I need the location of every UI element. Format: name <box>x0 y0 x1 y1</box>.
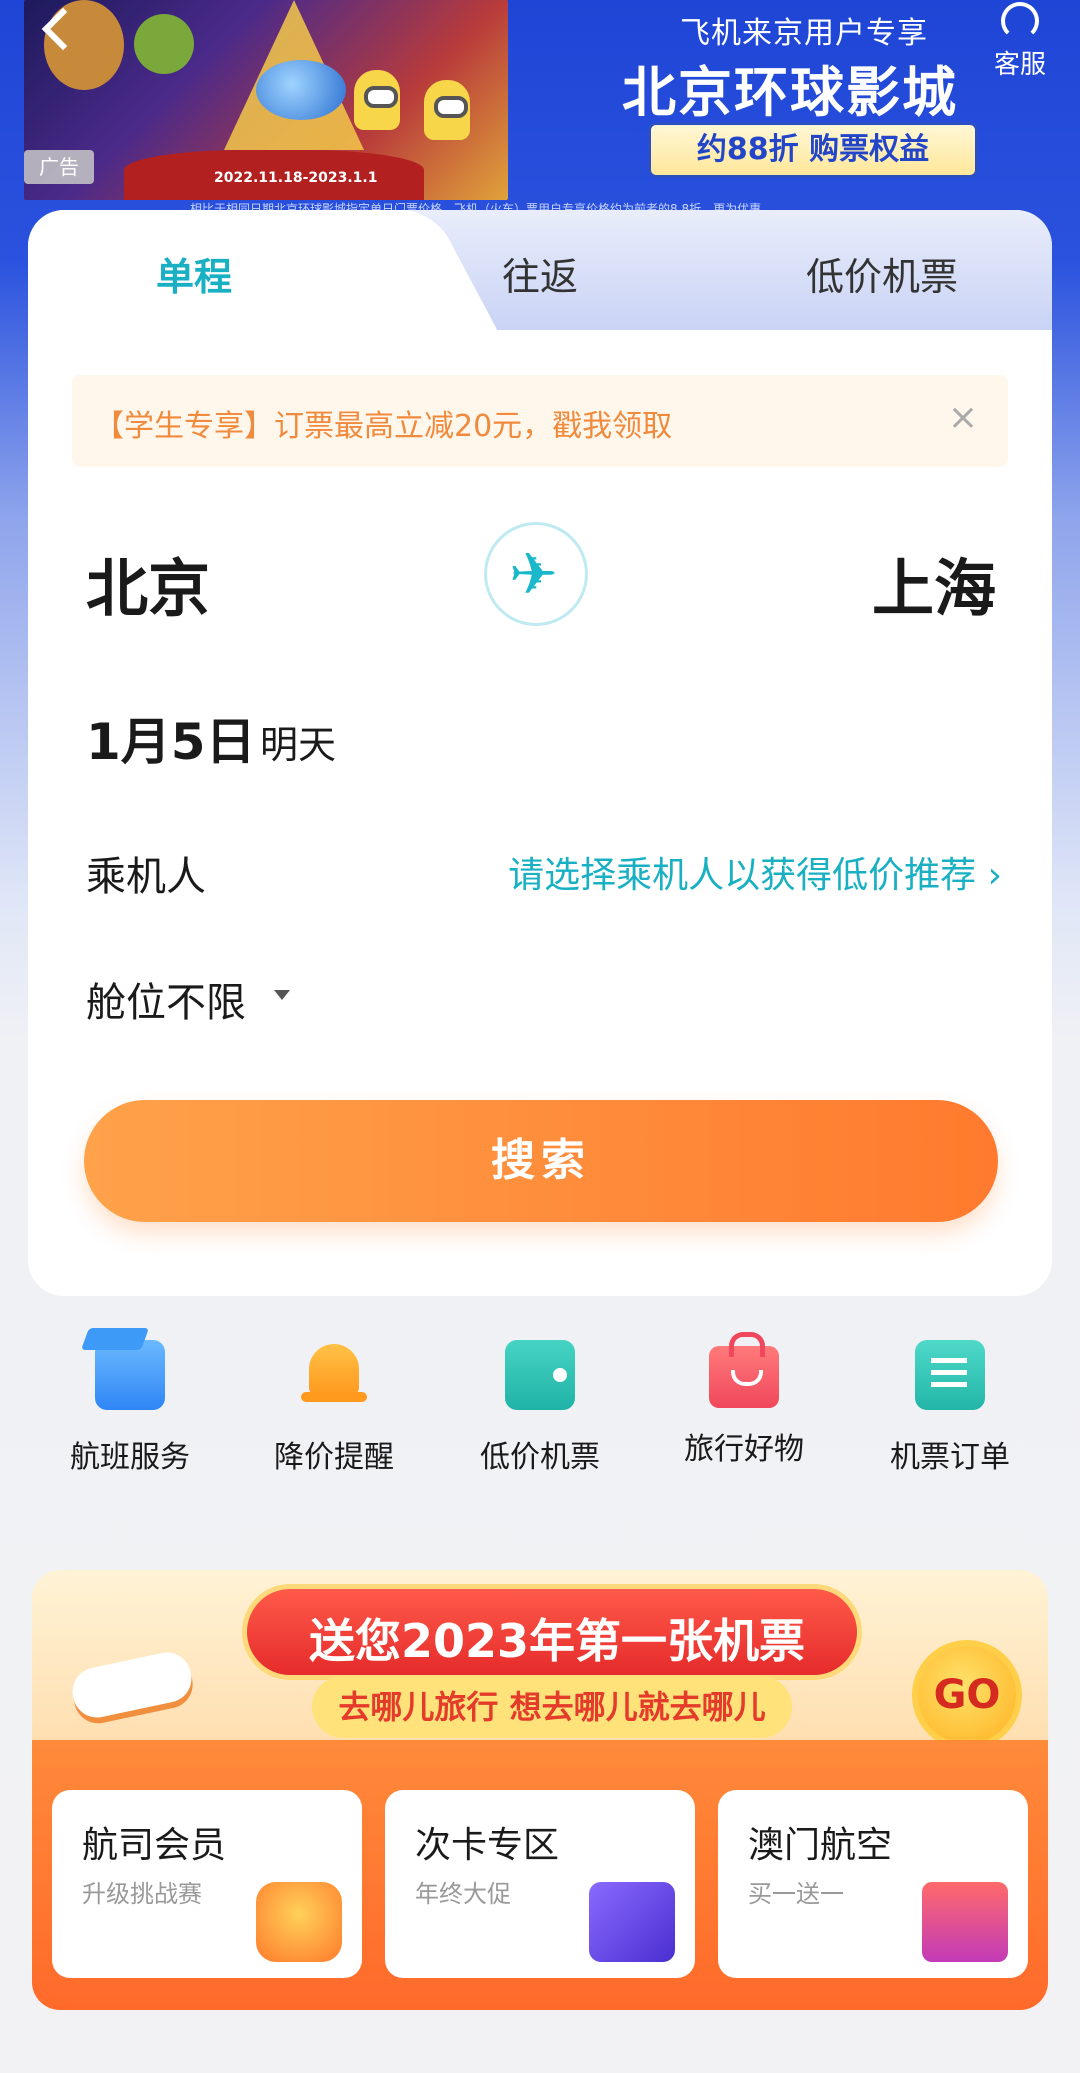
ad-date-range: 2022.11.18-2023.1.1 <box>214 170 378 186</box>
departure-date[interactable]: 1月5日 <box>86 702 256 774</box>
headset-icon <box>1001 2 1039 40</box>
trip-type-tabs: 单程 往返 低价机票 <box>28 210 1052 340</box>
service-label: 低价机票 <box>480 1440 600 1475</box>
tab-one-way[interactable]: 单程 <box>156 246 232 301</box>
service-low-price-tickets[interactable]: 低价机票 <box>440 1340 640 1476</box>
departure-city[interactable]: 北京 <box>86 538 210 628</box>
tab-round-trip[interactable]: 往返 <box>502 246 578 301</box>
promo-card-air-macau[interactable]: 澳门航空 买一送一 <box>718 1790 1028 1978</box>
customer-service-button[interactable]: 客服 <box>980 0 1060 90</box>
order-icon <box>915 1340 985 1410</box>
search-button[interactable]: 搜索 <box>84 1100 998 1222</box>
service-label: 降价提醒 <box>274 1440 394 1475</box>
ad-character-minion <box>424 80 470 140</box>
service-ticket-orders[interactable]: 机票订单 <box>850 1340 1050 1476</box>
student-offer-notice[interactable]: 【学生专享】订票最高立减20元，戳我领取 × <box>72 375 1008 467</box>
wallet-icon <box>505 1340 575 1410</box>
service-label: 旅行好物 <box>684 1432 804 1467</box>
service-label: 机票订单 <box>890 1440 1010 1475</box>
plane-icon: ✈ <box>509 540 558 608</box>
arrival-city[interactable]: 上海 <box>872 538 996 628</box>
bell-icon <box>299 1340 369 1410</box>
ad-character-shrek <box>134 14 194 74</box>
service-price-alert[interactable]: 降价提醒 <box>234 1340 434 1476</box>
promo-card-title: 航司会员 <box>82 1825 227 1866</box>
gift-box-icon <box>256 1882 342 1962</box>
promo-card-subtitle: 买一送一 <box>748 1880 844 1908</box>
universal-studios-ad-image[interactable]: 2022.11.18-2023.1.1 <box>24 0 508 200</box>
passenger-select-link[interactable]: 请选择乘机人以获得低价推荐 › <box>508 846 1002 898</box>
promo-subtitle: 飞机来京用户专享 <box>680 16 928 51</box>
service-shortcuts: 航班服务 降价提醒 低价机票 旅行好物 机票订单 <box>0 1332 1080 1500</box>
service-flight-service[interactable]: 航班服务 <box>30 1340 230 1476</box>
ad-character-minion <box>354 70 400 130</box>
shopping-bag-icon <box>709 1332 779 1408</box>
airplane-illustration-icon <box>68 1648 196 1722</box>
promo-headline: 送您2023年第一张机票 <box>308 1614 806 1668</box>
promo-card-title: 澳门航空 <box>748 1825 893 1866</box>
promo-subline: 去哪儿旅行 想去哪儿就去哪儿 <box>312 1676 792 1738</box>
new-year-promo[interactable]: 送您2023年第一张机票 去哪儿旅行 想去哪儿就去哪儿 GO 航司会员 升级挑战… <box>32 1570 1048 2010</box>
top-banner[interactable]: 2022.11.18-2023.1.1 广告 飞机来京用户专享 北京环球影城 约… <box>0 0 1080 216</box>
service-label: 航班服务 <box>70 1440 190 1475</box>
departure-date-relative[interactable]: 明天 <box>260 714 336 769</box>
promo-card-subtitle: 升级挑战赛 <box>82 1880 202 1908</box>
promo-title: 北京环球影城 <box>622 61 958 124</box>
promo-card-subtitle: 年终大促 <box>415 1880 511 1908</box>
ad-tag: 广告 <box>24 150 94 184</box>
go-button[interactable]: GO <box>912 1640 1022 1750</box>
ad-universal-globe <box>256 60 346 120</box>
promo-card-title: 次卡专区 <box>415 1825 560 1866</box>
promo-badge[interactable]: 约88折 购票权益 <box>648 122 978 178</box>
promo-card-pass-zone[interactable]: 次卡专区 年终大促 <box>385 1790 695 1978</box>
close-icon[interactable]: × <box>948 397 978 438</box>
promo-card-airline-member[interactable]: 航司会员 升级挑战赛 <box>52 1790 362 1978</box>
customer-service-label: 客服 <box>993 50 1046 80</box>
cabin-class-selector[interactable]: 舱位不限 <box>86 970 246 1028</box>
flight-search-card: 单程 往返 低价机票 【学生专享】订票最高立减20元，戳我领取 × 北京 ✈ 上… <box>28 210 1052 1296</box>
swap-cities-button[interactable]: ✈ <box>484 522 588 626</box>
notice-text[interactable]: 【学生专享】订票最高立减20元，戳我领取 <box>94 401 672 445</box>
passenger-label: 乘机人 <box>86 854 206 900</box>
tab-low-price-tickets[interactable]: 低价机票 <box>806 246 958 301</box>
service-travel-goods[interactable]: 旅行好物 <box>644 1332 844 1468</box>
pass-card-icon <box>589 1882 675 1962</box>
caret-down-icon[interactable] <box>274 990 290 1000</box>
flight-service-icon <box>95 1340 165 1410</box>
promo-ribbon: 送您2023年第一张机票 <box>242 1584 862 1680</box>
discount-box-icon <box>922 1882 1008 1962</box>
